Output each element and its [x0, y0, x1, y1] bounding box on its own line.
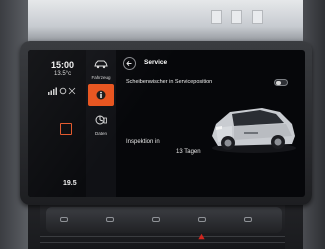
status-column: 15:00 13.5°c 19.5 — [28, 50, 86, 197]
outside-temperature: 13.5°c — [54, 71, 72, 77]
hazard-icon[interactable] — [198, 233, 205, 240]
seat-heating-right-button[interactable] — [244, 217, 252, 222]
toggle-knob — [276, 80, 281, 85]
connectivity-icons — [48, 87, 76, 95]
cabin-temperature: 19.5 — [63, 180, 77, 187]
infotainment-screen: 15:00 13.5°c 19.5 Fahrzeug Daten Service… — [28, 50, 305, 197]
car-cabin-photo: 15:00 13.5°c 19.5 Fahrzeug Daten Service… — [0, 0, 325, 249]
windshield-sticker — [252, 10, 263, 24]
nav-item-label: Fahrzeug — [91, 75, 111, 80]
windshield-sticker — [231, 10, 242, 24]
car-icon — [94, 60, 108, 69]
inspection-value: 13 Tagen — [176, 149, 201, 155]
page-header: Service — [120, 56, 305, 72]
back-button[interactable] — [123, 57, 136, 70]
climate-button[interactable] — [152, 217, 160, 222]
clock: 15:00 — [51, 60, 75, 70]
defrost-button[interactable] — [106, 217, 114, 222]
windshield-background — [0, 0, 325, 44]
nav-item-service-active[interactable] — [88, 84, 114, 106]
data-icon — [95, 115, 107, 125]
arrow-left-icon — [126, 60, 132, 67]
page-title: Service — [144, 59, 168, 66]
climate-control-strip — [46, 207, 282, 233]
nav-item-label: Daten — [94, 131, 107, 136]
wiper-service-toggle[interactable] — [274, 79, 288, 86]
wiper-service-setting[interactable]: Scheibenwischer in Serviceposition — [126, 78, 298, 90]
rear-defrost-button[interactable] — [198, 217, 206, 222]
wiper-service-label: Scheibenwischer in Serviceposition — [126, 79, 213, 85]
info-icon — [96, 90, 106, 100]
nav-item-daten[interactable]: Daten — [87, 112, 115, 136]
inspection-label: Inspektion in — [126, 139, 160, 145]
nav-item-fahrzeug[interactable]: Fahrzeug — [87, 56, 115, 80]
vehicle-illustration — [212, 108, 296, 153]
navigation-rail: Fahrzeug Daten — [86, 50, 116, 197]
seat-icon[interactable] — [60, 123, 72, 135]
windshield-sticker — [211, 10, 222, 24]
seat-heating-button[interactable] — [60, 217, 68, 222]
